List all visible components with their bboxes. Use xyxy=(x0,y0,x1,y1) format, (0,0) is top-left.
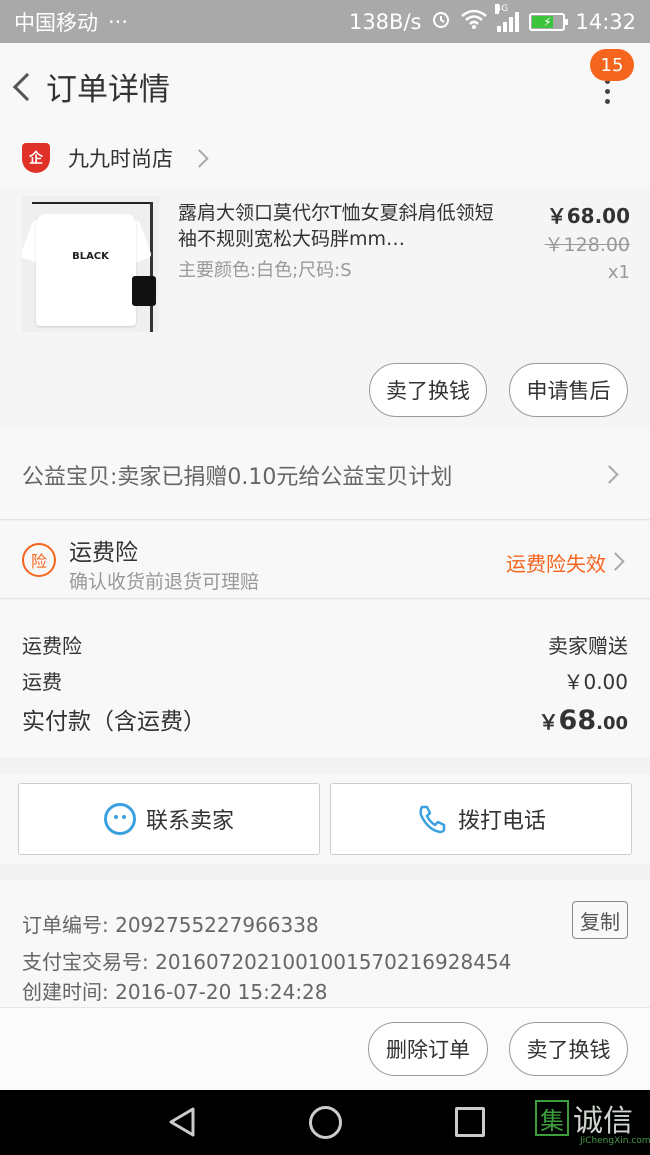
alipay-transaction-number: 支付宝交易号: 2016072021001001570216928454 xyxy=(22,950,512,974)
nav-home-icon[interactable] xyxy=(309,1106,342,1139)
fee-row-shipping: 运费 ￥0.00 xyxy=(22,666,628,695)
insurance-status: 运费险失效 xyxy=(506,552,606,576)
contact-bar: 联系卖家 拨打电话 xyxy=(0,774,650,864)
product-card[interactable]: BLACK 露肩大领口莫代尔T恤女夏斜肩低领短袖不规则宽松大码胖mm… 主要颜色… xyxy=(0,186,650,430)
alarm-icon xyxy=(431,9,451,34)
watermark-box: 集 xyxy=(535,1100,569,1136)
fee-row-insurance: 运费险 卖家赠送 xyxy=(22,630,628,659)
cell-signal-icon: 4G xyxy=(495,3,520,32)
fee-label: 运费 xyxy=(22,670,62,694)
nav-recents-icon[interactable] xyxy=(455,1107,485,1137)
delete-order-button[interactable]: 删除订单 xyxy=(368,1022,488,1076)
store-name: 九九时尚店 xyxy=(68,147,173,171)
currency-symbol: ￥ xyxy=(538,710,559,734)
fee-label: 运费险 xyxy=(22,634,82,658)
nav-back-icon[interactable] xyxy=(167,1106,197,1138)
contact-seller-button[interactable]: 联系卖家 xyxy=(18,783,320,855)
after-sale-button[interactable]: 申请售后 xyxy=(509,363,628,417)
message-badge[interactable]: 15 xyxy=(590,49,634,81)
product-image[interactable]: BLACK xyxy=(22,196,159,332)
copy-button[interactable]: 复制 xyxy=(572,901,628,939)
app-header: 订单详情 15 xyxy=(0,43,650,130)
wifi-icon xyxy=(461,9,488,34)
fee-value: ￥0.00 xyxy=(563,670,628,694)
total-amount: ￥68.00 xyxy=(539,705,628,736)
fee-summary: 运费险 卖家赠送 运费 ￥0.00 实付款（含运费） ￥68.00 xyxy=(0,600,650,757)
created-time: 创建时间: 2016-07-20 15:24:28 xyxy=(22,980,328,1004)
network-speed: 138B/s xyxy=(348,9,422,34)
product-quantity: x1 xyxy=(607,262,630,283)
total-label: 实付款（含运费） xyxy=(22,709,206,735)
shipping-insurance-row[interactable]: 险 运费险 确认收货前退货可理赔 运费险失效 xyxy=(0,521,650,599)
shop-shield-icon: 企 xyxy=(22,143,50,173)
dot xyxy=(604,98,610,104)
charity-row[interactable]: 公益宝贝:卖家已捐赠0.10元给公益宝贝计划 xyxy=(0,430,650,520)
product-price: ￥68.00 xyxy=(546,204,630,228)
call-label: 拨打电话 xyxy=(457,809,546,834)
watermark-url: JiChengXin.com xyxy=(580,1136,650,1146)
shirt-print-text: BLACK xyxy=(72,251,109,262)
product-original-price: ￥128.00 xyxy=(544,234,630,256)
order-actions: 删除订单 卖了换钱 xyxy=(0,1007,650,1090)
back-button[interactable] xyxy=(2,43,42,130)
fee-value: 卖家赠送 xyxy=(548,634,628,658)
status-bar: 中国移动 ··· 138B/s 4G ⚡ 14:32 xyxy=(0,0,650,43)
battery-icon: ⚡ xyxy=(529,12,569,31)
order-info: 订单编号: 2092755227966338 支付宝交易号: 201607202… xyxy=(0,880,650,1007)
product-spec: 主要颜色:白色;尺码:S xyxy=(178,260,352,281)
chevron-right-icon xyxy=(606,552,625,571)
phone-icon xyxy=(419,805,446,834)
call-button[interactable]: 拨打电话 xyxy=(330,783,632,855)
insurance-title: 运费险 xyxy=(69,540,138,566)
page-title: 订单详情 xyxy=(46,72,170,108)
chat-bubble-icon xyxy=(103,803,136,835)
system-nav-bar: 集 诚信 JiChengXin.com xyxy=(0,1090,650,1155)
network-type: 4G xyxy=(495,3,509,14)
watermark-logo: 集 诚信 xyxy=(535,1096,633,1140)
chevron-right-icon xyxy=(600,465,619,484)
contact-seller-label: 联系卖家 xyxy=(145,809,234,834)
store-row[interactable]: 企 九九时尚店 xyxy=(0,130,650,186)
resell-button[interactable]: 卖了换钱 xyxy=(509,1022,628,1076)
product-name[interactable]: 露肩大领口莫代尔T恤女夏斜肩低领短袖不规则宽松大码胖mm… xyxy=(178,200,498,252)
dot xyxy=(604,88,610,94)
insurance-subtitle: 确认收货前退货可理赔 xyxy=(69,571,260,593)
insurance-icon: 险 xyxy=(22,543,56,577)
total-integer: 68 xyxy=(558,705,597,736)
fee-row-total: 实付款（含运费） ￥68.00 xyxy=(22,702,628,736)
carrier-name: 中国移动 xyxy=(14,10,98,35)
clock: 14:32 xyxy=(575,9,636,34)
order-number: 订单编号: 2092755227966338 xyxy=(22,913,319,937)
chevron-left-icon xyxy=(12,72,42,101)
chevron-right-icon xyxy=(190,148,209,168)
charity-text: 公益宝贝:卖家已捐赠0.10元给公益宝贝计划 xyxy=(22,464,453,490)
total-decimal: .00 xyxy=(596,713,628,734)
resell-button[interactable]: 卖了换钱 xyxy=(369,363,487,417)
watermark-text: 诚信 xyxy=(573,1104,633,1139)
notification-dots: ··· xyxy=(108,9,129,34)
